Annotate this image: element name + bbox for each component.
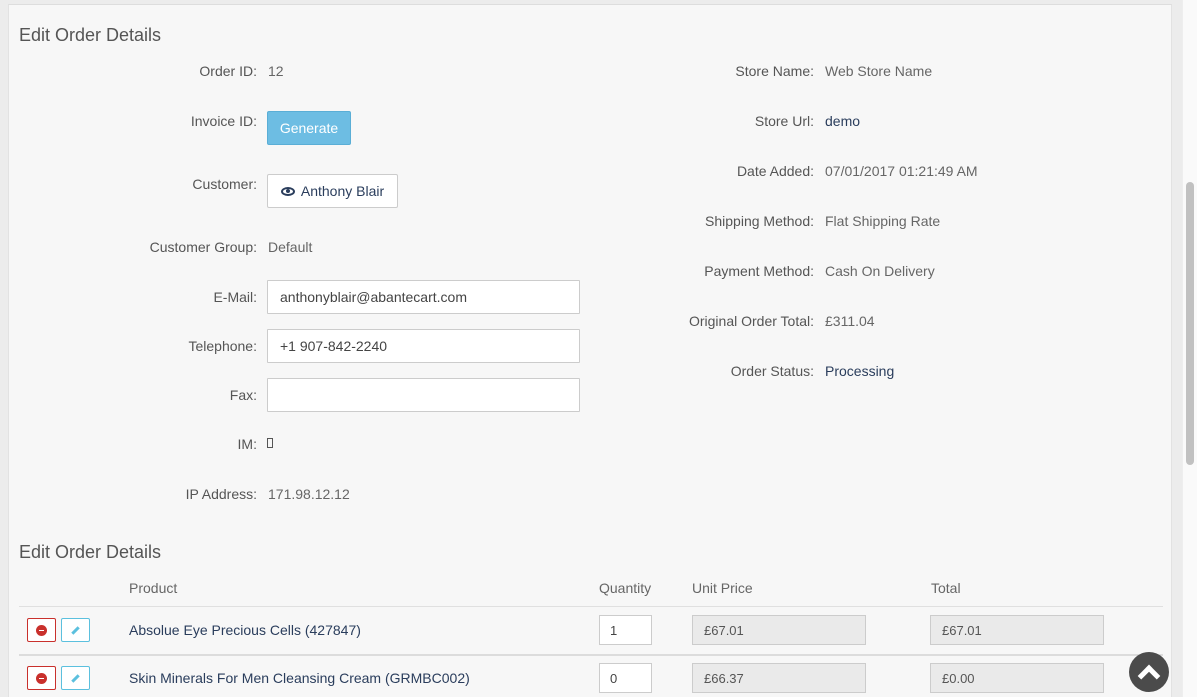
product-link[interactable]: Absolue Eye Precious Cells (427847): [129, 622, 361, 638]
store-name-value: Web Store Name: [825, 63, 933, 79]
order-id-value: 12: [268, 63, 284, 79]
remove-product-button[interactable]: [27, 618, 56, 642]
total-field: £67.01: [930, 615, 1104, 645]
column-quantity: Quantity: [599, 580, 652, 596]
edit-product-button[interactable]: [61, 618, 90, 642]
fax-label: Fax:: [229, 387, 257, 403]
column-total: Total: [931, 580, 961, 596]
email-label: E-Mail:: [213, 289, 257, 305]
order-id-label: Order ID:: [199, 63, 257, 79]
scroll-to-top-button[interactable]: [1129, 652, 1169, 692]
ip-address-label: IP Address:: [185, 486, 257, 502]
original-total-value: £311.04: [825, 313, 875, 329]
unit-price-field: £66.37: [692, 663, 866, 693]
generate-invoice-button[interactable]: Generate: [267, 111, 351, 145]
order-status-label: Order Status:: [730, 363, 814, 379]
products-section-title: Edit Order Details: [19, 542, 162, 562]
edit-product-button[interactable]: [61, 666, 90, 690]
customer-group-label: Customer Group:: [149, 239, 257, 255]
header-separator: [19, 606, 1163, 607]
payment-method-value: Cash On Delivery: [825, 263, 935, 279]
shipping-method-value: Flat Shipping Rate: [825, 213, 941, 229]
column-product: Product: [129, 580, 178, 596]
im-icon: [267, 438, 273, 448]
store-url-link[interactable]: demo: [825, 113, 860, 129]
customer-label: Customer:: [192, 176, 257, 192]
view-customer-button[interactable]: Anthony Blair: [267, 174, 398, 208]
quantity-input[interactable]: [599, 615, 652, 645]
date-added-value: 07/01/2017 01:21:49 AM: [825, 163, 978, 179]
minus-circle-icon: [36, 624, 47, 636]
im-label: IM:: [237, 436, 257, 452]
column-unit-price: Unit Price: [692, 580, 753, 596]
pencil-icon: [71, 673, 80, 683]
store-url-label: Store Url:: [754, 113, 814, 129]
ip-address-value: 171.98.12.12: [268, 486, 350, 502]
eye-icon: [280, 186, 295, 196]
order-status-link[interactable]: Processing: [825, 363, 894, 379]
customer-group-value: Default: [268, 239, 313, 255]
remove-product-button[interactable]: [27, 666, 56, 690]
store-name-label: Store Name:: [735, 63, 814, 79]
row-separator: [19, 654, 1163, 656]
original-total-label: Original Order Total:: [688, 313, 814, 329]
telephone-label: Telephone:: [188, 338, 257, 354]
customer-name: Anthony Blair: [300, 183, 385, 199]
fax-field[interactable]: [267, 378, 580, 412]
shipping-method-label: Shipping Method:: [705, 213, 814, 229]
product-link[interactable]: Skin Minerals For Men Cleansing Cream (G…: [129, 670, 470, 686]
order-panel: Edit Order Details Order ID: 12 Invoice …: [8, 4, 1172, 697]
order-details-title: Edit Order Details: [19, 25, 162, 45]
quantity-input[interactable]: [599, 663, 652, 693]
invoice-id-label: Invoice ID:: [190, 113, 257, 129]
minus-circle-icon: [36, 672, 47, 684]
telephone-field[interactable]: [267, 329, 580, 363]
payment-method-label: Payment Method:: [704, 263, 814, 279]
scrollbar-thumb[interactable]: [1186, 182, 1194, 465]
date-added-label: Date Added:: [736, 163, 814, 179]
total-field: £0.00: [930, 663, 1104, 693]
chevron-up-icon: [1137, 664, 1161, 688]
unit-price-field: £67.01: [692, 615, 866, 645]
email-field[interactable]: [267, 280, 580, 314]
pencil-icon: [71, 625, 80, 635]
